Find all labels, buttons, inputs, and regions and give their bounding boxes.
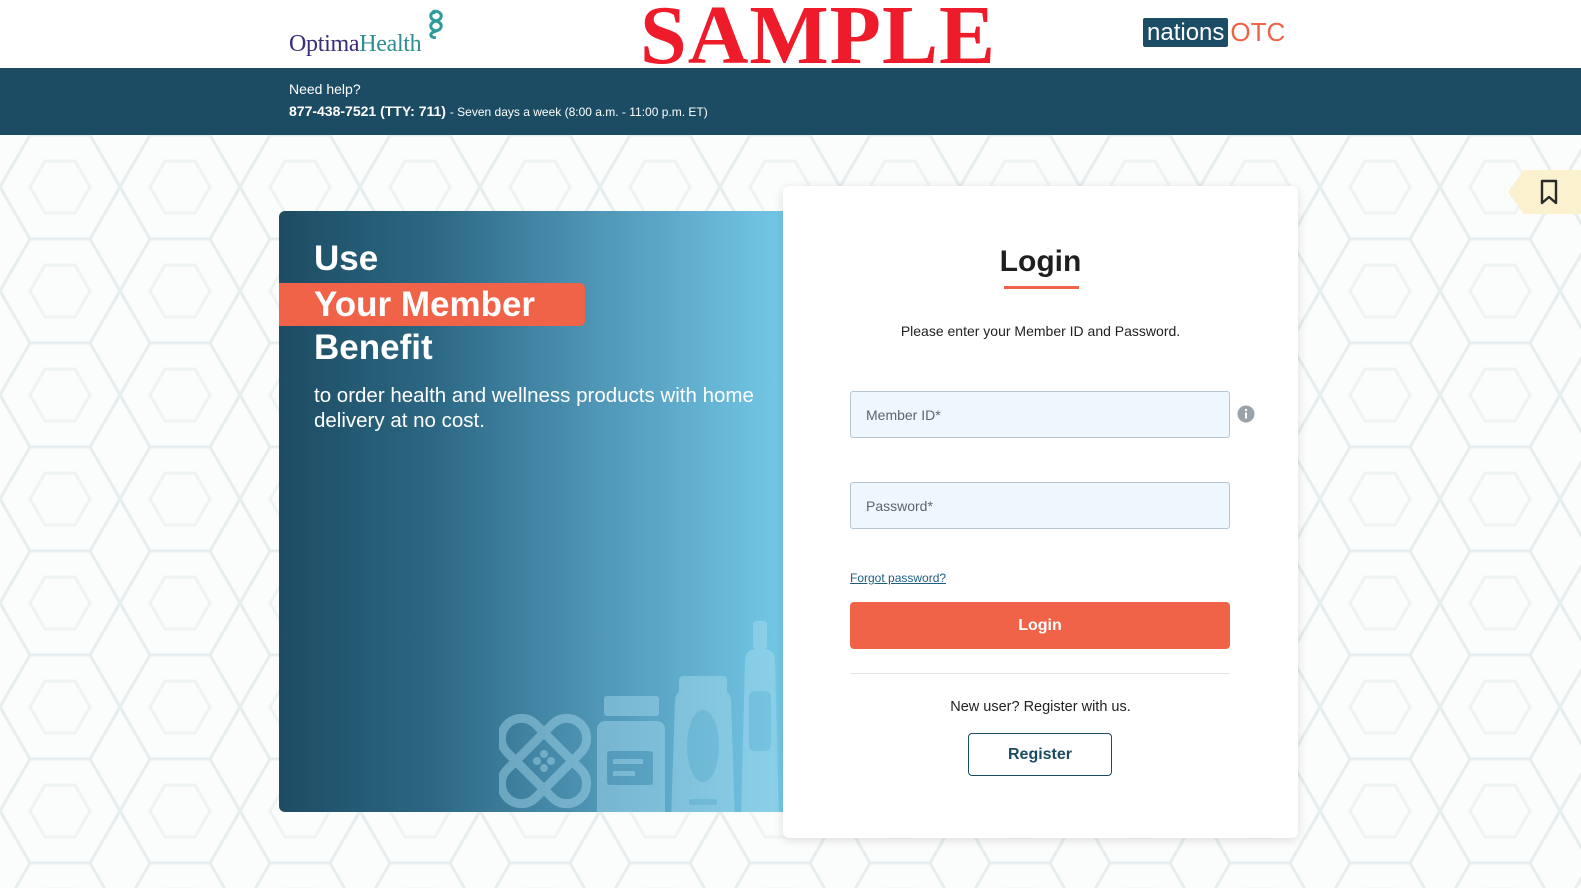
help-hours: - Seven days a week (8:00 a.m. - 11:00 p… bbox=[449, 105, 708, 119]
login-title-underline bbox=[1004, 286, 1079, 289]
login-title: Login bbox=[999, 245, 1082, 278]
login-divider bbox=[850, 673, 1230, 674]
optima-health-logo[interactable]: OptimaHealth bbox=[289, 9, 449, 57]
info-icon[interactable] bbox=[1237, 405, 1255, 428]
help-phone[interactable]: 877-438-7521 (TTY: 711) bbox=[289, 103, 446, 119]
hero-subtitle: to order health and wellness products wi… bbox=[314, 384, 754, 432]
top-header: OptimaHealth SAMPLE nations OTC bbox=[0, 0, 1581, 78]
forgot-password-link[interactable]: Forgot password? bbox=[850, 571, 946, 585]
help-title: Need help? bbox=[289, 81, 361, 97]
member-benefit-hero: Use Your Member Benefit to order health … bbox=[279, 211, 783, 812]
help-bar: Need help? 877-438-7521 (TTY: 711) - Sev… bbox=[0, 68, 1581, 135]
member-id-input[interactable] bbox=[850, 391, 1230, 438]
register-button[interactable]: Register bbox=[968, 733, 1112, 776]
optima-caduceus-icon bbox=[423, 9, 449, 44]
hero-line-2: Your Member bbox=[314, 285, 536, 324]
optima-logo-text: OptimaHealth bbox=[289, 31, 422, 57]
nations-otc-logo[interactable]: nations OTC bbox=[1143, 18, 1285, 47]
hero-line-3: Benefit bbox=[314, 328, 433, 367]
password-input[interactable] bbox=[850, 482, 1230, 529]
sample-watermark: SAMPLE bbox=[640, 0, 997, 82]
hero-line-1: Use bbox=[314, 239, 379, 278]
health-products-icon bbox=[499, 621, 779, 812]
help-contact-line: 877-438-7521 (TTY: 711) - Seven days a w… bbox=[289, 103, 708, 119]
login-button[interactable]: Login bbox=[850, 602, 1230, 649]
new-user-text: New user? Register with us. bbox=[950, 699, 1131, 715]
login-instructions: Please enter your Member ID and Password… bbox=[900, 323, 1181, 339]
nations-logo-text: nations bbox=[1143, 18, 1229, 47]
bookmark-tab[interactable] bbox=[1506, 168, 1581, 221]
otc-logo-text: OTC bbox=[1230, 17, 1286, 47]
login-card: Login Please enter your Member ID and Pa… bbox=[783, 186, 1298, 838]
